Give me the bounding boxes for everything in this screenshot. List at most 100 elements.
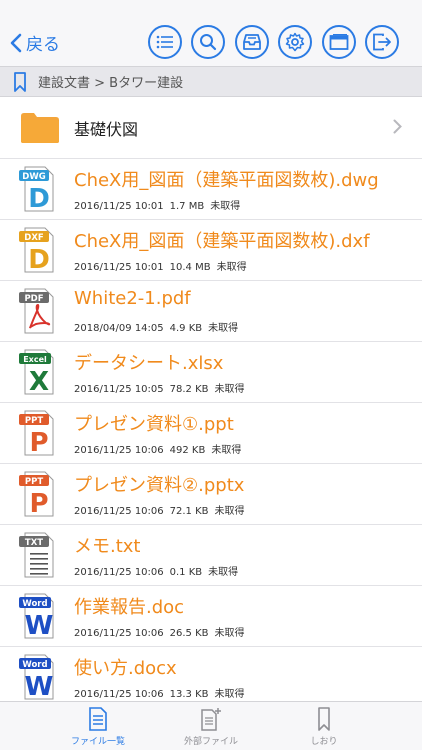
- file-row[interactable]: Word W 作業報告.doc 2016/11/25 10:06 26.5 KB 未…: [0, 586, 422, 647]
- svg-text:D: D: [28, 184, 50, 213]
- file-meta: 2018/04/09 14:05 4.9 KB 未取得: [74, 319, 244, 334]
- tab-label: しおり: [310, 737, 338, 747]
- file-row[interactable]: PPT P プレゼン資料②.pptx 2016/11/25 10:06 72.1 …: [0, 464, 422, 525]
- chevron-right-icon: [393, 119, 402, 134]
- file-name: 使い方.docx: [74, 658, 177, 679]
- svg-text:Excel: Excel: [23, 355, 47, 364]
- folder-name: 基礎伏図: [74, 119, 139, 139]
- pdf-file-icon: PDF: [19, 288, 54, 334]
- file-size: 492 KB: [169, 445, 206, 456]
- ppt-file-icon: PPT P: [19, 410, 54, 457]
- txt-file-icon: TXT: [19, 532, 54, 578]
- file-date: 2016/11/25 10:06: [74, 506, 164, 517]
- file-name: CheX用_図面（建築平面図数枚).dwg: [74, 170, 379, 191]
- file-status: 未取得: [208, 567, 239, 578]
- excel-file-icon: Excel X: [19, 349, 54, 396]
- external-file-icon: [201, 708, 221, 731]
- svg-text:PPT: PPT: [25, 477, 43, 487]
- inbox-icon: [243, 34, 261, 50]
- word-file-icon: Word W: [19, 654, 54, 701]
- tab-label: ファイル一覧: [70, 737, 125, 747]
- file-size: 4.9 KB: [169, 323, 203, 334]
- logout-button[interactable]: [365, 25, 399, 59]
- inbox-button[interactable]: [235, 25, 269, 59]
- tab-bookmarks[interactable]: しおり: [254, 702, 394, 750]
- file-meta: 2016/11/25 10:01 1.7 MB 未取得: [74, 197, 246, 212]
- tab-label: 外部ファイル: [183, 737, 238, 747]
- search-icon: [200, 34, 217, 51]
- tab-bar: ファイル一覧 外部ファイル しおり: [0, 701, 422, 750]
- file-name: プレゼン資料①.ppt: [74, 414, 234, 435]
- dwg-file-icon: DWG D: [19, 166, 54, 213]
- file-size: 0.1 KB: [169, 567, 203, 578]
- file-meta: 2016/11/25 10:06 13.3 KB 未取得: [74, 685, 251, 700]
- svg-text:W: W: [25, 611, 54, 640]
- file-status: 未取得: [210, 201, 241, 212]
- window-icon: [329, 34, 349, 50]
- svg-text:PPT: PPT: [25, 416, 43, 426]
- svg-text:DXF: DXF: [24, 233, 44, 243]
- file-row[interactable]: TXT メモ.txt 2016/11/25 10:06 0.1 KB 未取得: [0, 525, 422, 586]
- file-name: White2-1.pdf: [74, 288, 191, 309]
- file-meta: 2016/11/25 10:06 26.5 KB 未取得: [74, 624, 251, 639]
- folder-row[interactable]: 基礎伏図: [0, 97, 422, 159]
- file-date: 2016/11/25 10:06: [74, 567, 164, 578]
- file-meta: 2016/11/25 10:06 0.1 KB 未取得: [74, 563, 244, 578]
- file-status: 未取得: [208, 323, 239, 334]
- file-date: 2016/11/25 10:01: [74, 262, 164, 273]
- file-size: 10.4 MB: [169, 262, 211, 273]
- top-toolbar: 戻る: [0, 0, 422, 66]
- document-list-icon: [89, 707, 107, 731]
- chevron-left-icon: [10, 33, 22, 52]
- folder-icon: [21, 112, 59, 143]
- logout-icon: [373, 33, 391, 51]
- breadcrumb-path[interactable]: 建設文書 > Bタワー建設: [38, 72, 183, 91]
- file-size: 72.1 KB: [169, 506, 209, 517]
- file-row[interactable]: PPT P プレゼン資料①.ppt 2016/11/25 10:06 492 KB…: [0, 403, 422, 464]
- svg-text:D: D: [28, 245, 50, 274]
- file-date: 2016/11/25 10:01: [74, 201, 164, 212]
- file-row[interactable]: PDF White2-1.pdf 2018/04/09 14:05 4.9 KB 未…: [0, 281, 422, 342]
- back-label: 戻る: [26, 35, 60, 55]
- svg-text:TXT: TXT: [25, 538, 43, 548]
- gear-icon: [285, 32, 305, 52]
- settings-button[interactable]: [278, 25, 312, 59]
- file-name: 作業報告.doc: [74, 597, 185, 618]
- file-size: 26.5 KB: [169, 628, 209, 639]
- file-name: プレゼン資料②.pptx: [74, 475, 245, 496]
- file-size: 78.2 KB: [169, 384, 209, 395]
- file-date: 2016/11/25 10:06: [74, 689, 164, 700]
- file-row[interactable]: DXF D CheX用_図面（建築平面図数枚).dxf 2016/11/25 1…: [0, 220, 422, 281]
- bookmark-icon: [14, 71, 26, 92]
- svg-text:PDF: PDF: [24, 294, 43, 304]
- file-list: 基礎伏図 DWG D CheX用_図面（建築平面図数枚).dwg 2016/11…: [0, 97, 422, 701]
- search-button[interactable]: [191, 25, 225, 59]
- file-date: 2016/11/25 10:06: [74, 445, 164, 456]
- file-name: メモ.txt: [74, 536, 141, 557]
- window-button[interactable]: [322, 25, 356, 59]
- file-row[interactable]: Word W 使い方.docx 2016/11/25 10:06 13.3 KB 未…: [0, 647, 422, 701]
- svg-text:X: X: [29, 367, 49, 396]
- file-date: 2018/04/09 14:05: [74, 323, 164, 334]
- file-size: 13.3 KB: [169, 689, 209, 700]
- ppt-file-icon: PPT P: [19, 471, 54, 518]
- file-status: 未取得: [214, 384, 245, 395]
- dxf-file-icon: DXF D: [19, 227, 54, 274]
- file-row[interactable]: Excel X データシート.xlsx 2016/11/25 10:05 78.2…: [0, 342, 422, 403]
- svg-text:DWG: DWG: [22, 172, 45, 182]
- list-view-button[interactable]: [148, 25, 182, 59]
- file-row[interactable]: DWG D CheX用_図面（建築平面図数枚).dwg 2016/11/25 1…: [0, 159, 422, 220]
- file-status: 未取得: [214, 628, 245, 639]
- file-date: 2016/11/25 10:05: [74, 384, 164, 395]
- back-button[interactable]: 戻る: [10, 30, 60, 55]
- file-meta: 2016/11/25 10:05 78.2 KB 未取得: [74, 380, 251, 395]
- file-name: データシート.xlsx: [74, 353, 224, 374]
- file-status: 未取得: [214, 689, 245, 700]
- file-size: 1.7 MB: [169, 201, 205, 212]
- file-status: 未取得: [216, 262, 247, 273]
- svg-text:W: W: [25, 672, 54, 701]
- file-meta: 2016/11/25 10:06 492 KB 未取得: [74, 441, 247, 456]
- file-status: 未取得: [211, 445, 242, 456]
- svg-text:P: P: [29, 428, 48, 457]
- file-meta: 2016/11/25 10:06 72.1 KB 未取得: [74, 502, 251, 517]
